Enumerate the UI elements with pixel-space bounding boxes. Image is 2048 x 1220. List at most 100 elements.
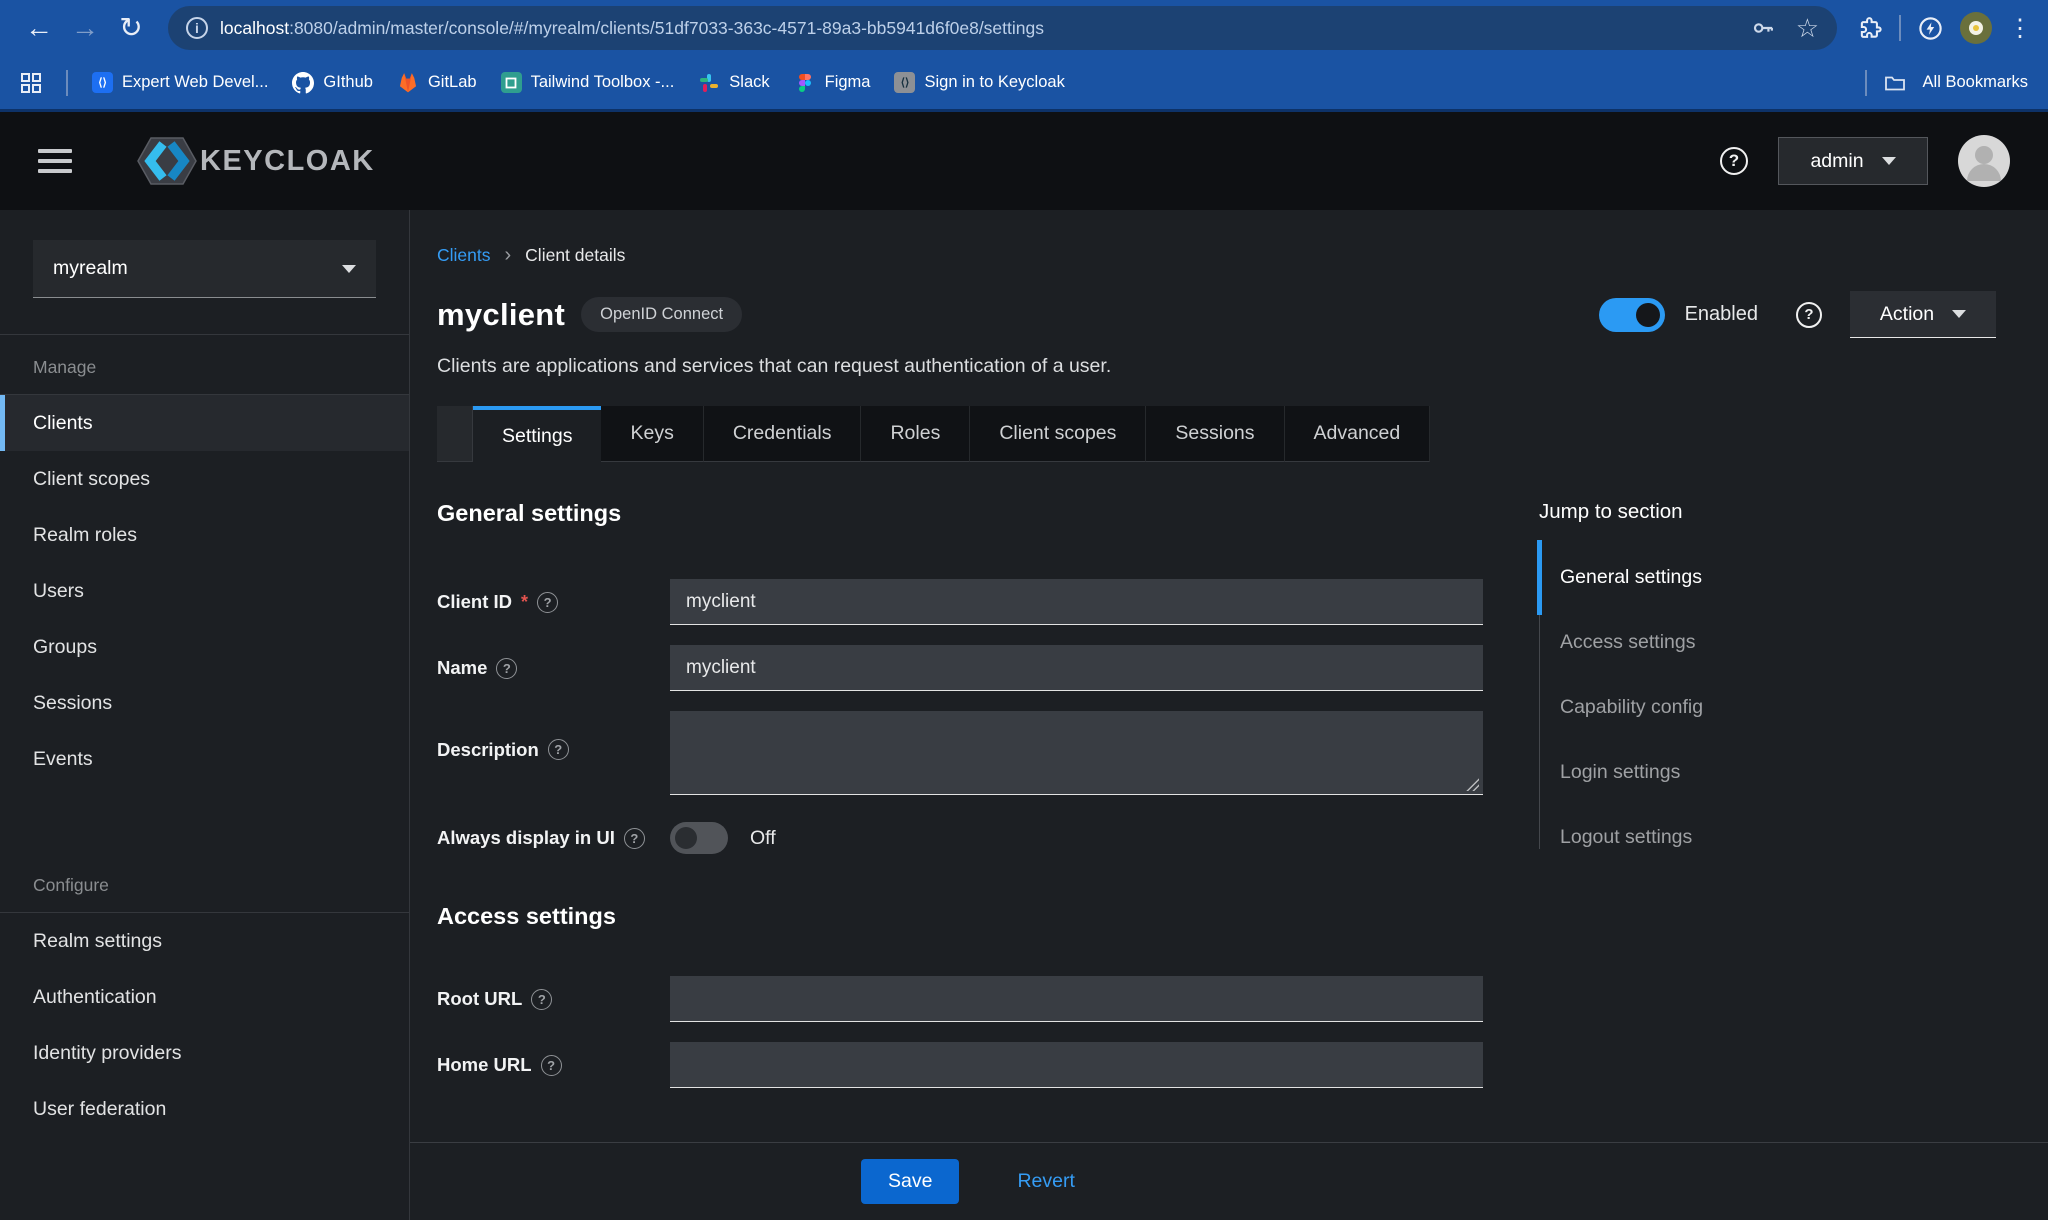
help-icon[interactable]: ? — [624, 828, 645, 849]
user-menu-dropdown[interactable]: admin — [1778, 137, 1928, 185]
help-icon[interactable]: ? — [537, 592, 558, 613]
extensions-icon[interactable] — [1857, 15, 1883, 41]
name-row: Name ? — [437, 645, 1483, 691]
bookmark-github[interactable]: GIthub — [292, 72, 373, 94]
sidebar-item-realm-settings[interactable]: Realm settings — [0, 913, 409, 969]
client-id-input[interactable] — [670, 579, 1483, 625]
browser-toolbar: ← → ↻ i localhost:8080/admin/master/cons… — [0, 0, 2048, 56]
resize-handle[interactable] — [1465, 777, 1479, 791]
sidebar-item-users[interactable]: Users — [0, 563, 409, 619]
tab-roles[interactable]: Roles — [861, 406, 970, 462]
sidebar-item-sessions[interactable]: Sessions — [0, 675, 409, 731]
sidebar-item-events[interactable]: Events — [0, 731, 409, 787]
jump-general-settings[interactable]: General settings — [1540, 566, 1869, 589]
help-icon[interactable]: ? — [1796, 302, 1822, 328]
realm-selector[interactable]: myrealm — [33, 240, 376, 298]
reload-icon[interactable]: ↻ — [108, 14, 154, 42]
breadcrumb-separator-icon: › — [505, 244, 512, 267]
apps-grid-icon[interactable] — [20, 72, 42, 94]
action-dropdown[interactable]: Action — [1850, 291, 1996, 338]
main: Clients › Client details myclient OpenID… — [410, 210, 2048, 1220]
chevron-down-icon — [342, 265, 356, 273]
url-path: :8080/admin/master/console/#/myrealm/cli… — [289, 18, 1044, 38]
breadcrumb: Clients › Client details — [437, 244, 1996, 267]
sidebar-item-user-federation[interactable]: User federation — [0, 1081, 409, 1137]
tab-keys[interactable]: Keys — [601, 406, 703, 462]
revert-button[interactable]: Revert — [1017, 1170, 1074, 1193]
help-icon[interactable]: ? — [541, 1055, 562, 1076]
screen: ← → ↻ i localhost:8080/admin/master/cons… — [0, 0, 2048, 1220]
sidebar-item-identity-providers[interactable]: Identity providers — [0, 1025, 409, 1081]
jump-capability-config[interactable]: Capability config — [1540, 696, 1869, 719]
page-header: Clients › Client details myclient OpenID… — [410, 210, 2048, 378]
user-avatar[interactable] — [1958, 135, 2010, 187]
sidebar-item-groups[interactable]: Groups — [0, 619, 409, 675]
root-url-label: Root URL — [437, 988, 522, 1010]
sidebar-item-clients[interactable]: Clients — [0, 395, 409, 451]
sidebar-item-realm-roles[interactable]: Realm roles — [0, 507, 409, 563]
name-input[interactable] — [670, 645, 1483, 691]
github-favicon — [292, 72, 314, 94]
required-asterisk: * — [521, 592, 528, 613]
jump-list: General settings Access settings Capabil… — [1539, 566, 1869, 849]
nav-toggle-icon[interactable] — [38, 149, 72, 173]
urlbar-right: ☆ — [1750, 15, 1819, 41]
jump-logout-settings[interactable]: Logout settings — [1540, 826, 1869, 849]
masthead: KEYCLOAK ? admin — [0, 112, 2048, 210]
tab-credentials[interactable]: Credentials — [704, 406, 862, 462]
browser-profile-avatar[interactable] — [1960, 12, 1992, 44]
toggle-knob — [675, 827, 697, 849]
divider — [66, 70, 68, 96]
home-url-input[interactable] — [670, 1042, 1483, 1088]
jump-title: Jump to section — [1539, 500, 1869, 524]
bookmark-slack[interactable]: Slack — [698, 72, 769, 94]
site-info-icon[interactable]: i — [186, 17, 208, 39]
sidebar-item-client-scopes[interactable]: Client scopes — [0, 451, 409, 507]
tab-client-scopes[interactable]: Client scopes — [970, 406, 1146, 462]
gitlab-favicon — [397, 72, 419, 94]
browser-menu-icon[interactable]: ⋮ — [2008, 14, 2032, 43]
access-settings-heading: Access settings — [437, 903, 1483, 930]
chrome-right-controls: ⋮ — [1851, 12, 2032, 44]
divider — [1899, 15, 1901, 41]
back-icon[interactable]: ← — [16, 14, 62, 42]
root-url-input[interactable] — [670, 976, 1483, 1022]
all-bookmarks[interactable]: All Bookmarks — [1865, 70, 2028, 96]
jump-access-settings[interactable]: Access settings — [1540, 631, 1869, 654]
figma-favicon — [794, 72, 816, 94]
tab-settings[interactable]: Settings — [473, 406, 601, 462]
bookmark-figma[interactable]: Figma — [794, 72, 871, 94]
description-textarea[interactable] — [670, 711, 1483, 795]
bookmark-keycloak[interactable]: ⟨⟩ Sign in to Keycloak — [894, 72, 1064, 93]
jump-login-settings[interactable]: Login settings — [1540, 761, 1869, 784]
address-bar[interactable]: i localhost:8080/admin/master/console/#/… — [168, 6, 1837, 50]
breadcrumb-current: Client details — [525, 245, 625, 266]
keycloak-favicon: ⟨⟩ — [894, 72, 915, 93]
tailwind-toolbox-favicon — [501, 72, 522, 93]
forward-icon[interactable]: → — [62, 14, 108, 42]
bookmark-expert-web-dev[interactable]: ⟨⟩ Expert Web Devel... — [92, 72, 268, 93]
performance-icon[interactable] — [1917, 15, 1944, 42]
name-label: Name — [437, 657, 487, 679]
general-settings-heading: General settings — [437, 500, 1483, 527]
divider — [1865, 70, 1867, 96]
help-icon[interactable]: ? — [1720, 147, 1748, 175]
masthead-controls: ? admin — [1720, 135, 2010, 187]
help-icon[interactable]: ? — [496, 658, 517, 679]
protocol-badge: OpenID Connect — [581, 297, 742, 332]
bookmark-star-icon[interactable]: ☆ — [1796, 15, 1819, 41]
client-id-row: Client ID * ? — [437, 579, 1483, 625]
save-button[interactable]: Save — [861, 1159, 959, 1204]
help-icon[interactable]: ? — [531, 989, 552, 1010]
breadcrumb-clients-link[interactable]: Clients — [437, 245, 491, 266]
help-icon[interactable]: ? — [548, 739, 569, 760]
bookmark-tailwind-toolbox[interactable]: Tailwind Toolbox -... — [501, 72, 675, 93]
enabled-toggle[interactable] — [1599, 298, 1665, 332]
password-key-icon[interactable] — [1750, 15, 1776, 41]
url-host: localhost — [220, 18, 289, 38]
always-display-toggle[interactable] — [670, 822, 728, 854]
tab-advanced[interactable]: Advanced — [1285, 406, 1431, 462]
tab-sessions[interactable]: Sessions — [1146, 406, 1284, 462]
sidebar-item-authentication[interactable]: Authentication — [0, 969, 409, 1025]
bookmark-gitlab[interactable]: GitLab — [397, 72, 477, 94]
